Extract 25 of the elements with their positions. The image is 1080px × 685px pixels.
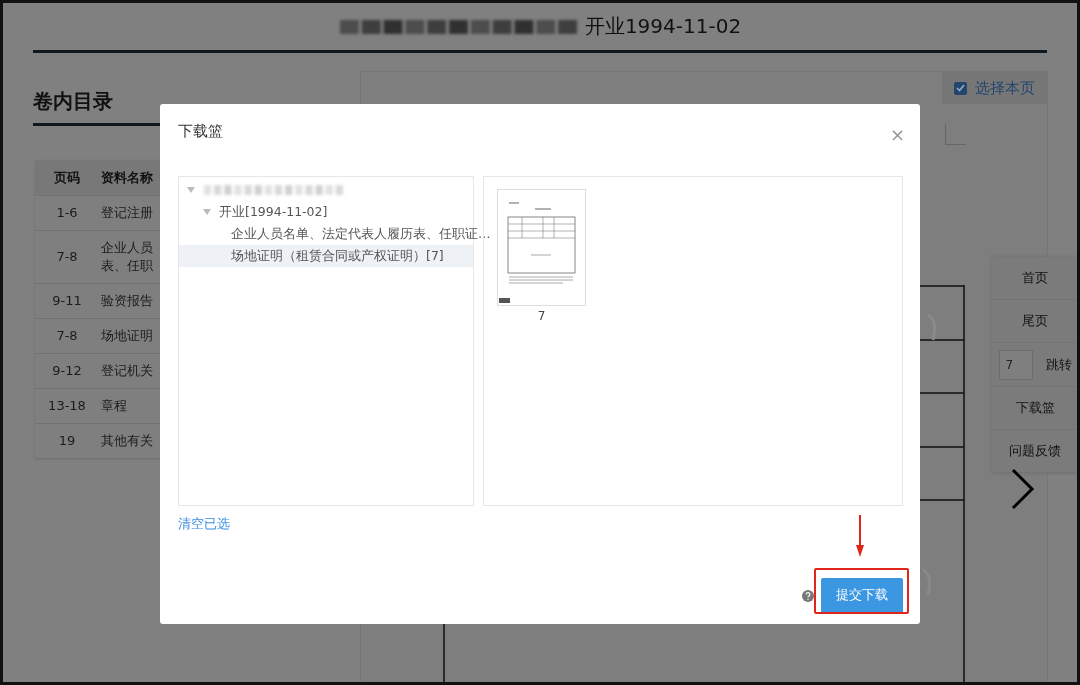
menu-button[interactable]: 尾页 xyxy=(992,300,1077,343)
table-cell: 19 xyxy=(35,423,95,458)
menu-button[interactable]: 首页 xyxy=(992,257,1077,300)
table-cell: 13-18 xyxy=(35,388,95,424)
table-cell: 9-11 xyxy=(35,283,95,319)
table-cell: 1-6 xyxy=(35,195,95,231)
table-cell: 9-12 xyxy=(35,353,95,389)
chevron-right-icon[interactable] xyxy=(1011,468,1035,510)
page-title: 开业1994-11-02 xyxy=(584,13,742,40)
table-cell: 7-8 xyxy=(35,318,95,354)
page-number: 7 xyxy=(537,309,546,323)
check-icon xyxy=(956,84,965,92)
submit-download-button[interactable]: 提交下载 xyxy=(821,578,903,613)
column-header: 页码 xyxy=(35,160,95,196)
close-button[interactable]: × xyxy=(889,126,905,144)
clear-selection-link[interactable]: 清空已选 xyxy=(178,516,230,533)
table-cell: 7-8 xyxy=(35,230,95,284)
menu-button[interactable]: 下载篮 xyxy=(992,387,1077,430)
jump-button[interactable]: 跳转 xyxy=(1045,355,1072,374)
arrow-icon xyxy=(856,515,864,557)
page-input-field[interactable]: 7 xyxy=(998,349,1033,380)
tree-item[interactable]: 开业[1994-11-02] xyxy=(219,203,328,221)
help-icon[interactable] xyxy=(802,589,814,602)
crop-mark xyxy=(945,124,966,145)
menu-button[interactable]: 问题反馈 xyxy=(992,430,1077,473)
